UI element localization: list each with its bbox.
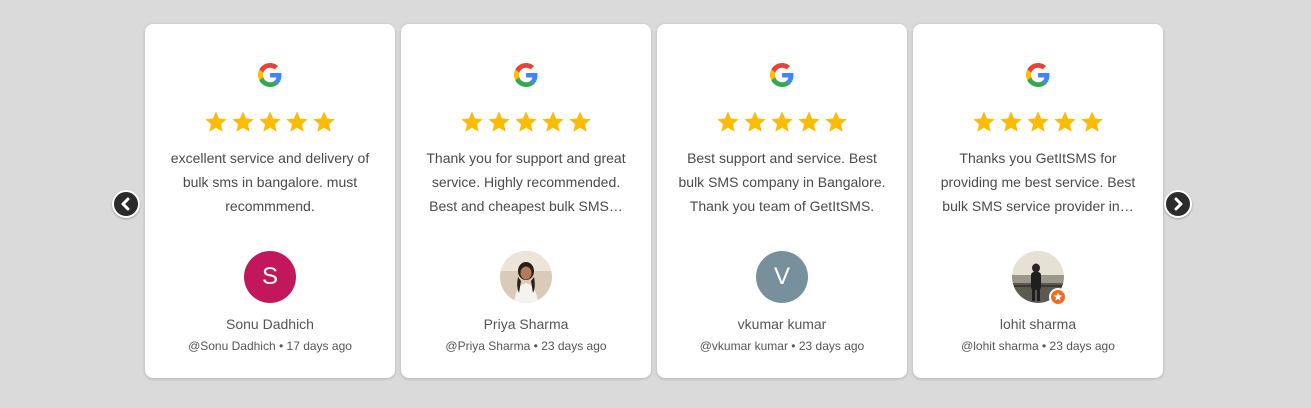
- star-icon: [313, 111, 335, 132]
- chevron-right-icon: [1174, 197, 1183, 211]
- review-card: excellent service and delivery of bulk s…: [145, 24, 395, 378]
- separator: •: [1041, 339, 1047, 353]
- review-time: 23 days ago: [541, 339, 607, 353]
- star-icon: [259, 111, 281, 132]
- star-rating: [657, 110, 907, 136]
- star-icon: [973, 111, 995, 132]
- star-icon: [1081, 111, 1103, 132]
- star-icon: [488, 111, 510, 132]
- star-icon: [771, 111, 793, 132]
- reviewer-name[interactable]: Priya Sharma: [401, 316, 651, 332]
- star-rating: [913, 110, 1163, 136]
- reviewer-handle: @vkumar kumar: [699, 339, 788, 353]
- review-text[interactable]: Thank you for support and great service.…: [419, 146, 633, 218]
- google-icon: [1026, 63, 1050, 87]
- reviewer-name[interactable]: Sonu Dadhich: [145, 316, 395, 332]
- review-meta: @Sonu Dadhich • 17 days ago: [145, 339, 395, 353]
- google-icon: [514, 63, 538, 87]
- separator: •: [278, 339, 284, 353]
- review-time: 23 days ago: [798, 339, 865, 353]
- review-text[interactable]: Thanks you GetItSMS for providing me bes…: [931, 146, 1145, 218]
- star-icon: [515, 111, 537, 132]
- star-icon: [1027, 111, 1049, 132]
- avatar: [1012, 251, 1067, 306]
- reviewer-handle: @lohit sharma: [961, 339, 1039, 353]
- reviewer-handle: @Sonu Dadhich: [188, 339, 276, 353]
- google-icon: [770, 63, 794, 87]
- review-text[interactable]: excellent service and delivery of bulk s…: [163, 146, 377, 218]
- review-meta: @vkumar kumar • 23 days ago: [657, 339, 907, 353]
- review-meta: @Priya Sharma • 23 days ago: [401, 339, 651, 353]
- star-icon: [286, 111, 308, 132]
- prev-button[interactable]: [112, 190, 140, 218]
- star-icon: [1054, 111, 1076, 132]
- chevron-left-icon: [121, 197, 130, 211]
- star-icon: [205, 111, 227, 132]
- google-icon: [258, 63, 282, 87]
- star-icon: [461, 111, 483, 132]
- avatar-letter: V: [773, 263, 790, 290]
- reviews-carousel: excellent service and delivery of bulk s…: [0, 0, 1311, 408]
- review-card: Best support and service. Best bulk SMS …: [657, 24, 907, 378]
- star-icon: [798, 111, 820, 132]
- star-icon: [744, 111, 766, 132]
- star-icon: [232, 111, 254, 132]
- review-card: Thanks you GetItSMS for providing me bes…: [913, 24, 1163, 378]
- avatar: [500, 251, 552, 303]
- separator: •: [533, 339, 538, 353]
- review-time: 23 days ago: [1049, 339, 1115, 353]
- review-meta: @lohit sharma • 23 days ago: [913, 339, 1163, 353]
- reviewer-name[interactable]: vkumar kumar: [657, 316, 907, 332]
- star-rating: [145, 110, 395, 136]
- reviewer-handle: @Priya Sharma: [445, 339, 531, 353]
- local-guide-badge: [1049, 288, 1067, 306]
- review-text[interactable]: Best support and service. Best bulk SMS …: [675, 146, 889, 218]
- star-icon: [569, 111, 591, 132]
- star-badge-icon: [1053, 292, 1063, 301]
- star-icon: [717, 111, 739, 132]
- avatar-photo-icon: [500, 251, 552, 303]
- avatar: V: [756, 251, 808, 303]
- separator: •: [791, 339, 796, 353]
- reviewer-name[interactable]: lohit sharma: [913, 316, 1163, 332]
- star-rating: [401, 110, 651, 136]
- next-button[interactable]: [1164, 190, 1192, 218]
- review-card: Thank you for support and great service.…: [401, 24, 651, 378]
- star-icon: [825, 111, 847, 132]
- avatar-letter: S: [261, 263, 278, 290]
- review-time: 17 days ago: [286, 339, 352, 353]
- star-icon: [1000, 111, 1022, 132]
- avatar: S: [244, 251, 296, 303]
- star-icon: [542, 111, 564, 132]
